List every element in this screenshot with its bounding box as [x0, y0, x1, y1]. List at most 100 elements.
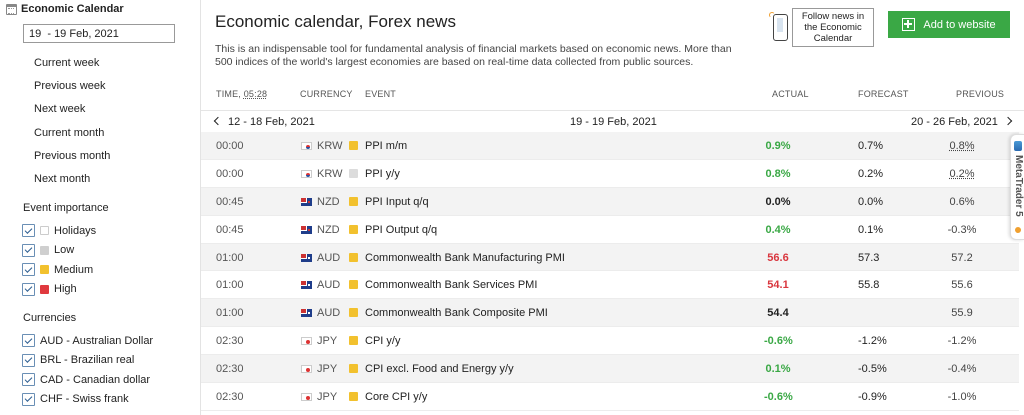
event-name[interactable]: PPI y/y	[365, 168, 400, 180]
metatrader-logo-icon	[1014, 141, 1022, 151]
header-forecast: FORECAST	[858, 89, 909, 99]
table-row[interactable]: 02:30 JPY Core CPI y/y -0.6% -0.9% -1.0%	[201, 383, 1019, 411]
period-current-week[interactable]: Current week	[34, 55, 110, 78]
date-range-input[interactable]	[23, 24, 175, 43]
checkbox-checked-icon[interactable]	[22, 392, 35, 406]
event-currency: JPY	[317, 391, 338, 404]
checkbox-checked-icon[interactable]	[22, 373, 35, 387]
event-forecast: -1.2%	[858, 335, 887, 348]
event-forecast: 0.1%	[858, 223, 884, 236]
period-next-month[interactable]: Next month	[34, 171, 110, 194]
currency-aud[interactable]: AUD - Australian Dollar	[22, 331, 153, 351]
importance-medium-icon	[349, 196, 358, 206]
currency-list: AUD - Australian Dollar BRL - Brazilian …	[22, 331, 153, 409]
importance-high-swatch	[40, 284, 49, 294]
event-previous[interactable]: 0.2%	[947, 168, 977, 180]
flag-kr-icon	[301, 169, 312, 178]
table-row[interactable]: 00:45 NZD PPI Input q/q 0.0% 0.0% 0.6%	[201, 187, 1019, 216]
currency-brl[interactable]: BRL - Brazilian real	[22, 351, 153, 371]
period-previous-week[interactable]: Previous week	[34, 78, 110, 101]
event-previous: -1.2%	[947, 335, 977, 348]
importance-label: Medium	[54, 263, 94, 276]
event-time: 01:00	[216, 307, 244, 320]
current-time-value[interactable]: 05:28	[244, 89, 268, 99]
event-currency: KRW	[317, 140, 343, 152]
period-list: Current week Previous week Next week Cur…	[34, 55, 110, 194]
event-time: 02:30	[216, 335, 244, 348]
checkbox-checked-icon[interactable]	[22, 334, 35, 348]
event-previous: -0.3%	[947, 223, 977, 236]
event-forecast: 0.2%	[858, 167, 884, 180]
follow-news-text: Follow news in the Economic Calendar	[792, 7, 874, 47]
event-name[interactable]: PPI m/m	[365, 140, 407, 152]
add-to-website-button[interactable]: Add to website	[888, 11, 1010, 38]
checkbox-checked-icon[interactable]	[22, 282, 35, 296]
prev-week-link[interactable]: 12 - 18 Feb, 2021	[213, 116, 315, 128]
importance-high[interactable]: High	[22, 280, 96, 300]
checkbox-checked-icon[interactable]	[22, 224, 35, 238]
table-row[interactable]: 00:00 KRW PPI y/y 0.8% 0.2% 0.2%	[201, 160, 1019, 188]
event-name[interactable]: PPI Output q/q	[365, 224, 437, 236]
next-week-link[interactable]: 20 - 26 Feb, 2021	[911, 116, 1013, 128]
event-forecast: -0.9%	[858, 391, 887, 404]
table-row[interactable]: 01:00 AUD Commonwealth Bank Services PMI 54…	[201, 271, 1019, 300]
currencies-title: Currencies	[23, 312, 77, 324]
event-currency: KRW	[317, 167, 343, 180]
event-previous: 57.2	[951, 251, 973, 264]
event-previous[interactable]: 0.8%	[947, 140, 977, 152]
event-previous: 0.6%	[949, 195, 975, 208]
importance-medium[interactable]: Medium	[22, 260, 96, 280]
follow-news-link[interactable]: Follow news in the Economic Calendar	[767, 7, 877, 47]
events-table: 00:00 KRW PPI m/m 0.9% 0.7% 0.8% 00:00 KRW PPI y…	[201, 132, 1019, 411]
currency-cad[interactable]: CAD - Canadian dollar	[22, 370, 153, 390]
event-time: 00:45	[216, 223, 244, 236]
importance-medium-icon	[349, 280, 358, 290]
importance-label: Low	[54, 244, 75, 257]
event-name[interactable]: Core CPI y/y	[365, 391, 427, 403]
table-row[interactable]: 01:00 AUD Commonwealth Bank Manufacturing …	[201, 243, 1019, 272]
checkbox-checked-icon[interactable]	[22, 353, 35, 367]
header-actual: ACTUAL	[772, 89, 809, 99]
table-row[interactable]: 02:30 JPY CPI excl. Food and Energy y/y 0.1…	[201, 355, 1019, 384]
importance-label: Holidays	[54, 224, 97, 237]
importance-low-icon	[349, 168, 358, 178]
metatrader-side-tab[interactable]: MetaTrader 5	[1010, 134, 1024, 240]
checkbox-checked-icon[interactable]	[22, 243, 35, 257]
event-name[interactable]: Commonwealth Bank Manufacturing PMI	[365, 252, 565, 264]
table-row[interactable]: 00:45 NZD PPI Output q/q 0.4% 0.1% -0.3%	[201, 216, 1019, 244]
importance-medium-icon	[349, 141, 358, 150]
table-row[interactable]: 01:00 AUD Commonwealth Bank Composite PMI 5…	[201, 299, 1019, 328]
event-forecast: 55.8	[858, 279, 880, 292]
currency-label: AUD - Australian Dollar	[40, 334, 154, 347]
period-next-week[interactable]: Next week	[34, 101, 110, 124]
currency-chf[interactable]: CHF - Swiss frank	[22, 390, 153, 410]
flag-jp-icon	[301, 393, 312, 402]
event-time: 00:00	[216, 167, 244, 180]
event-actual: 54.1	[767, 279, 789, 292]
event-name[interactable]: PPI Input q/q	[365, 196, 429, 208]
event-name[interactable]: Commonwealth Bank Services PMI	[365, 279, 537, 291]
add-to-website-label: Add to website	[923, 18, 996, 31]
table-row[interactable]: 00:00 KRW PPI m/m 0.9% 0.7% 0.8%	[201, 132, 1019, 160]
page-title: Economic calendar, Forex news	[215, 12, 456, 31]
importance-medium-icon	[349, 392, 358, 402]
next-week-label: 20 - 26 Feb, 2021	[911, 116, 998, 128]
currency-label: BRL - Brazilian real	[40, 354, 135, 367]
event-actual: 56.6	[767, 251, 789, 264]
table-row[interactable]: 02:30 JPY CPI y/y -0.6% -1.2% -1.2%	[201, 327, 1019, 356]
event-actual: -0.6%	[764, 391, 793, 404]
calendar-icon	[6, 3, 17, 15]
event-actual: 0.8%	[765, 167, 791, 180]
checkbox-checked-icon[interactable]	[22, 263, 35, 277]
event-name[interactable]: CPI y/y	[365, 335, 400, 347]
importance-low[interactable]: Low	[22, 241, 96, 261]
period-previous-month[interactable]: Previous month	[34, 148, 110, 171]
mobile-phone-icon	[769, 11, 788, 41]
event-name[interactable]: Commonwealth Bank Composite PMI	[365, 307, 548, 319]
period-current-month[interactable]: Current month	[34, 125, 110, 148]
event-actual: -0.6%	[764, 335, 793, 348]
importance-medium-icon	[349, 224, 358, 234]
importance-holidays[interactable]: Holidays	[22, 221, 96, 241]
flag-jp-icon	[301, 337, 312, 346]
event-name[interactable]: CPI excl. Food and Energy y/y	[365, 363, 514, 375]
